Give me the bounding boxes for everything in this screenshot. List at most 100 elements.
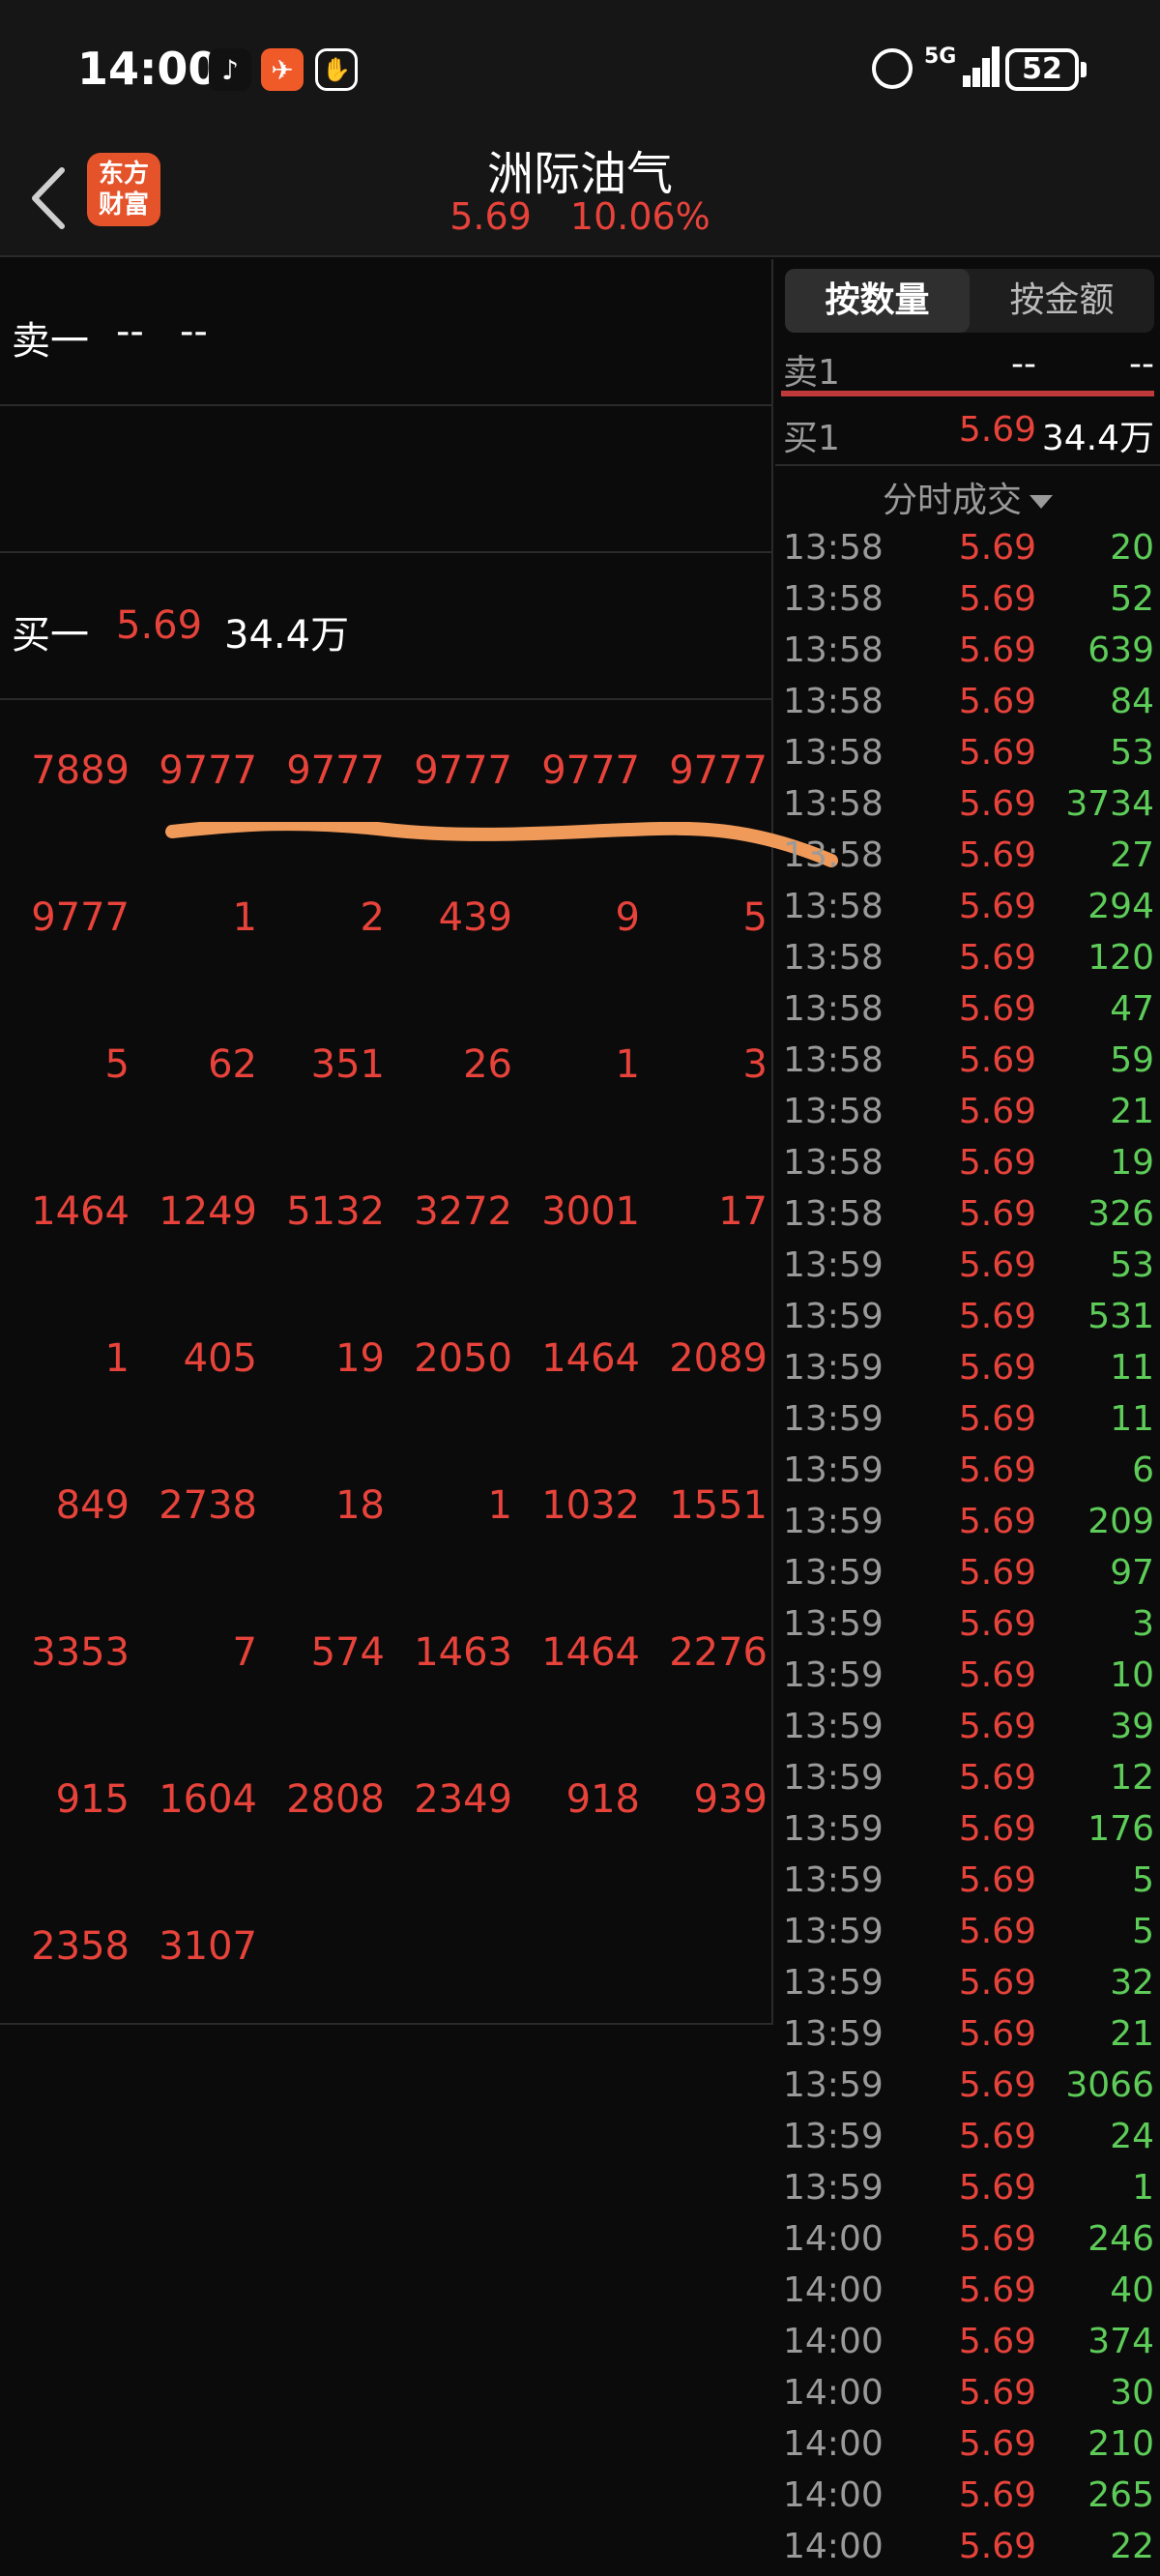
trade-price: 5.69	[958, 2322, 1036, 2361]
trade-volume: 209	[1088, 1502, 1154, 1541]
right-buy1-volume: 34.4万	[1041, 419, 1154, 458]
trade-row: 13:58 5.69 47	[775, 983, 1160, 1035]
trade-volume: 59	[1110, 1040, 1154, 1080]
trade-volume: 326	[1088, 1194, 1154, 1234]
sell1-volume: --	[180, 309, 208, 354]
trade-time: 13:58	[783, 528, 884, 568]
queue-order-cell: 9777	[286, 748, 385, 793]
trade-time: 13:59	[783, 1245, 884, 1285]
trade-volume: 265	[1088, 2475, 1154, 2515]
trade-volume: 40	[1110, 2270, 1154, 2310]
trade-time: 13:59	[783, 1809, 884, 1849]
mode-tabs: 按数量 按金额	[785, 269, 1154, 333]
sell1-row: 卖一 -- --	[0, 259, 773, 406]
trade-row: 13:59 5.69 12	[775, 1752, 1160, 1803]
trade-row: 13:59 5.69 3	[775, 1598, 1160, 1650]
trade-price: 5.69	[958, 630, 1036, 670]
trade-volume: 21	[1110, 1092, 1154, 1131]
trade-row: 13:58 5.69 19	[775, 1137, 1160, 1188]
queue-row: 915 1604 2808 2349 918 939	[0, 1729, 773, 1876]
queue-order-cell: 17	[718, 1189, 768, 1234]
queue-order-cell: 1	[104, 1336, 130, 1381]
queue-order-cell: 2	[360, 895, 385, 940]
queue-order-cell: 5132	[286, 1189, 385, 1234]
trade-price: 5.69	[958, 1348, 1036, 1388]
queue-order-cell: 18	[335, 1483, 385, 1528]
trades-panel: 按数量 按金额 卖1 -- -- 买1 5.69 34.4万 分时成交 13:5…	[775, 259, 1160, 2576]
queue-order-cell: 2358	[31, 1924, 130, 1969]
battery-icon: 52	[1005, 48, 1079, 91]
queue-order-cell: 3	[742, 1042, 768, 1087]
queue-order-cell: 2738	[159, 1483, 257, 1528]
queue-order-cell: 1464	[541, 1630, 640, 1675]
queue-row: 849 2738 18 1 1032 1551	[0, 1435, 773, 1582]
trade-volume: 1	[1132, 2168, 1154, 2208]
trade-row: 13:58 5.69 294	[775, 881, 1160, 932]
queue-order-cell: 26	[463, 1042, 512, 1087]
trade-time: 13:58	[783, 835, 884, 875]
trade-row: 13:58 5.69 84	[775, 676, 1160, 727]
trade-time: 13:59	[783, 1707, 884, 1746]
trade-row: 13:59 5.69 176	[775, 1803, 1160, 1855]
buy1-volume: 34.4万	[224, 613, 350, 658]
trade-price: 5.69	[958, 1860, 1036, 1900]
trade-volume: 374	[1088, 2322, 1154, 2361]
trade-row: 13:59 5.69 39	[775, 1701, 1160, 1752]
right-sell1-label: 卖1	[783, 353, 840, 393]
right-sell1-price: --	[1011, 344, 1036, 384]
trade-time: 13:58	[783, 938, 884, 978]
queue-order-cell: 3107	[159, 1924, 257, 1969]
trade-row: 13:59 5.69 97	[775, 1547, 1160, 1598]
queue-row: 9777 1 2 439 9 5	[0, 847, 773, 994]
tab-by-amount[interactable]: 按金额	[970, 269, 1154, 333]
trade-time: 13:59	[783, 2117, 884, 2156]
notification-app-icon: ✈	[261, 48, 304, 91]
queue-order-cell: 405	[183, 1336, 257, 1381]
right-sell1-row: 卖1 -- --	[775, 337, 1160, 395]
trade-volume: 639	[1088, 630, 1154, 670]
trade-price: 5.69	[958, 1963, 1036, 2003]
trade-volume: 3	[1132, 1604, 1154, 1644]
buy1-label: 买一	[12, 613, 89, 658]
queue-order-cell: 849	[55, 1483, 130, 1528]
trade-row: 13:58 5.69 53	[775, 727, 1160, 778]
trade-row: 14:00 5.69 246	[775, 2213, 1160, 2265]
trade-price: 5.69	[958, 1655, 1036, 1695]
trade-price: 5.69	[958, 2065, 1036, 2105]
queue-order-cell: 2050	[414, 1336, 512, 1381]
queue-order-cell: 9	[615, 895, 640, 940]
trade-time: 13:58	[783, 682, 884, 721]
right-buy1-row: 买1 5.69 34.4万	[775, 402, 1160, 460]
trade-row: 14:00 5.69 374	[775, 2316, 1160, 2367]
tab-by-quantity[interactable]: 按数量	[785, 269, 970, 333]
order-queue-panel: 卖一 -- -- 买一 5.69 34.4万 7889 9777 9777 9777 9…	[0, 259, 773, 2025]
queue-order-cell: 915	[55, 1777, 130, 1822]
trade-time: 13:59	[783, 1502, 884, 1541]
divider	[775, 464, 1160, 466]
trade-time: 13:59	[783, 1963, 884, 2003]
queue-row: 5 62 351 26 1 3	[0, 994, 773, 1141]
trade-row: 14:00 5.69 30	[775, 2367, 1160, 2418]
buy1-price: 5.69	[116, 603, 203, 648]
queue-order-cell: 3353	[31, 1630, 130, 1675]
trade-price: 5.69	[958, 1553, 1036, 1593]
right-buy1-price: 5.69	[958, 410, 1036, 450]
queue-order-cell: 2276	[669, 1630, 768, 1675]
trade-volume: 53	[1110, 1245, 1154, 1285]
trade-row: 13:59 5.69 531	[775, 1291, 1160, 1342]
trade-time: 13:59	[783, 2065, 884, 2105]
queue-row: 3353 7 574 1463 1464 2276	[0, 1582, 773, 1729]
trade-price: 5.69	[958, 1758, 1036, 1798]
trade-price: 5.69	[958, 784, 1036, 824]
queue-order-cell: 19	[335, 1336, 385, 1381]
right-buy1-label: 买1	[783, 419, 840, 458]
trade-time: 13:59	[783, 2014, 884, 2054]
trades-dropdown[interactable]: 分时成交	[775, 472, 1160, 522]
queue-order-cell: 7	[232, 1630, 257, 1675]
trade-volume: 53	[1110, 733, 1154, 773]
trade-row: 13:59 5.69 53	[775, 1240, 1160, 1291]
stock-name: 洲际油气	[486, 147, 673, 201]
trade-price: 5.69	[958, 1143, 1036, 1183]
trade-row: 13:59 5.69 6	[775, 1445, 1160, 1496]
trade-volume: 12	[1110, 1758, 1154, 1798]
